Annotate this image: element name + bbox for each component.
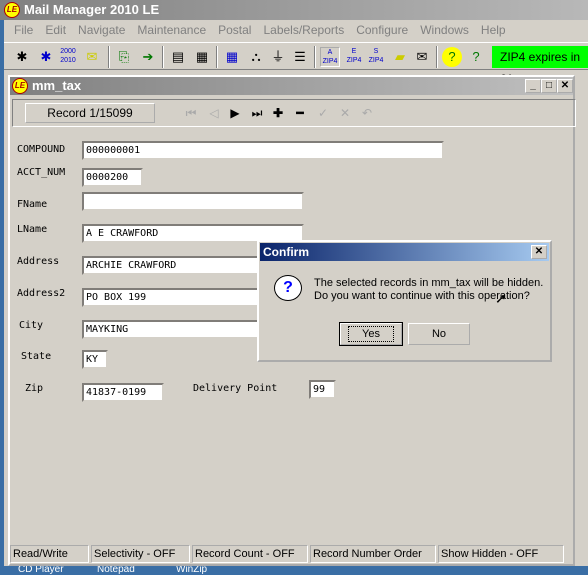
next-record-icon[interactable]: ▶ — [227, 105, 243, 121]
zip4-s-icon[interactable]: S ZIP4 — [366, 47, 386, 67]
minimize-icon[interactable]: _ — [525, 79, 541, 93]
app-logo-icon: LE — [4, 2, 20, 18]
filter-icon[interactable]: ⏚ — [268, 47, 288, 67]
no-button[interactable]: No — [408, 323, 470, 345]
mouse-cursor-icon: ➚ — [495, 290, 507, 306]
delivery-point-label: Delivery Point — [193, 383, 278, 394]
dialog-message-line1: The selected records in mm_tax will be h… — [314, 277, 544, 289]
record-indicator[interactable]: Record 1/15099 — [25, 103, 155, 123]
taskbar-notepad[interactable]: Notepad — [97, 566, 135, 575]
app-title: Mail Manager 2010 LE — [24, 2, 160, 17]
desktop-edge — [0, 20, 4, 575]
sun-letter-icon[interactable]: ✉ — [82, 47, 102, 67]
acct-num-label: ACCT_NUM — [17, 167, 66, 178]
help-icon[interactable]: ? — [442, 47, 462, 67]
menu-labels-reports[interactable]: Labels/Reports — [257, 20, 350, 40]
yes-button[interactable]: Yes — [339, 322, 403, 346]
status-order: Record Number Order — [310, 545, 436, 563]
label-stack-icon[interactable]: ▰ — [390, 47, 410, 67]
menu-navigate[interactable]: Navigate — [72, 20, 131, 40]
confirm-dialog: Confirm ✕ ? The selected records in mm_t… — [257, 240, 552, 362]
form-view-icon[interactable]: ▤ — [168, 47, 188, 67]
bug-blue-icon[interactable]: ✱ — [36, 47, 56, 67]
status-mode: Read/Write — [10, 545, 89, 563]
menu-edit[interactable]: Edit — [39, 20, 72, 40]
sort-list-icon[interactable]: ☰ — [290, 47, 310, 67]
zip4-e-icon[interactable]: E ZIP4 — [344, 47, 364, 67]
zip4-a-icon[interactable]: A ZIP4 — [320, 47, 340, 67]
resize-grip-icon[interactable] — [565, 545, 573, 563]
mailbox-icon[interactable]: ✉ — [412, 47, 432, 67]
dialog-title-bar: Confirm ✕ — [260, 243, 549, 261]
menu-help[interactable]: Help — [475, 20, 512, 40]
taskbar: CD Player Notepad WinZip — [0, 566, 588, 575]
last-record-icon[interactable]: ⏭ — [249, 105, 265, 121]
yes-label: Yes — [348, 326, 394, 342]
undo-icon[interactable]: ↶ — [359, 105, 375, 121]
post-icon[interactable]: ✓ — [315, 105, 331, 121]
zip-field[interactable]: 41837-0199 — [82, 383, 164, 402]
dialog-close-icon[interactable]: ✕ — [531, 245, 547, 259]
zip-label: Zip — [25, 383, 44, 394]
bug-icon[interactable]: ✱ — [12, 47, 32, 67]
maximize-icon[interactable]: □ — [541, 79, 557, 93]
cancel-icon[interactable]: ✕ — [337, 105, 353, 121]
compound-label: COMPOUND — [17, 144, 66, 155]
import-icon[interactable]: ⎘ — [114, 47, 134, 67]
address2-label: Address2 — [17, 288, 66, 299]
first-record-icon[interactable]: ⏮ — [183, 105, 199, 121]
table-view-icon[interactable]: ▦ — [222, 47, 242, 67]
report-icon[interactable]: ▦ — [192, 47, 212, 67]
menu-windows[interactable]: Windows — [414, 20, 475, 40]
address-label: Address — [17, 256, 60, 267]
delete-record-icon[interactable]: ━ — [292, 105, 308, 121]
menu-bar: File Edit Navigate Maintenance Postal La… — [8, 20, 512, 40]
fname-field[interactable] — [82, 192, 304, 211]
status-selectivity: Selectivity - OFF — [91, 545, 190, 563]
taskbar-cd-player[interactable]: CD Player — [18, 566, 64, 575]
menu-postal[interactable]: Postal — [212, 20, 257, 40]
add-record-icon[interactable]: ✚ — [270, 105, 286, 121]
export-icon[interactable]: ➔ — [138, 47, 158, 67]
binoculars-icon[interactable]: ⛬ — [246, 47, 266, 67]
menu-configure[interactable]: Configure — [350, 20, 414, 40]
city-label: City — [19, 320, 44, 331]
child-logo-icon: LE — [12, 78, 28, 94]
acct-num-field[interactable]: 0000200 — [82, 168, 143, 187]
zip4-expiry-status: ZIP4 expires in 61 — [492, 46, 588, 86]
child-title-bar: LE mm_tax _ □ ✕ — [10, 77, 573, 95]
compound-field[interactable]: 000000001 — [82, 141, 444, 160]
menu-maintenance[interactable]: Maintenance — [131, 20, 212, 40]
status-show-hidden: Show Hidden - OFF — [438, 545, 564, 563]
record-navigator: Record 1/15099 ⏮ ◁ ▶ ⏭ ✚ ━ ✓ ✕ ↶ — [12, 99, 576, 127]
menu-file[interactable]: File — [8, 20, 39, 40]
app-title-bar: LE Mail Manager 2010 LE — [0, 0, 588, 20]
lname-label: LName — [17, 224, 48, 235]
year-2000-2010-icon[interactable]: 2000 2010 — [58, 47, 78, 67]
state-field[interactable]: KY — [82, 350, 108, 369]
question-icon: ? — [274, 275, 302, 301]
prev-record-icon[interactable]: ◁ — [206, 105, 222, 121]
state-label: State — [21, 351, 52, 362]
close-icon[interactable]: ✕ — [557, 79, 573, 93]
help-book-icon[interactable]: ? — [466, 47, 486, 67]
status-record-count: Record Count - OFF — [192, 545, 308, 563]
status-bar: Read/Write Selectivity - OFF Record Coun… — [10, 545, 573, 563]
dialog-title: Confirm — [263, 245, 309, 259]
delivery-point-field[interactable]: 99 — [309, 380, 336, 399]
child-title: mm_tax — [32, 78, 82, 93]
fname-label: FName — [17, 199, 48, 210]
taskbar-winzip[interactable]: WinZip — [176, 566, 207, 575]
